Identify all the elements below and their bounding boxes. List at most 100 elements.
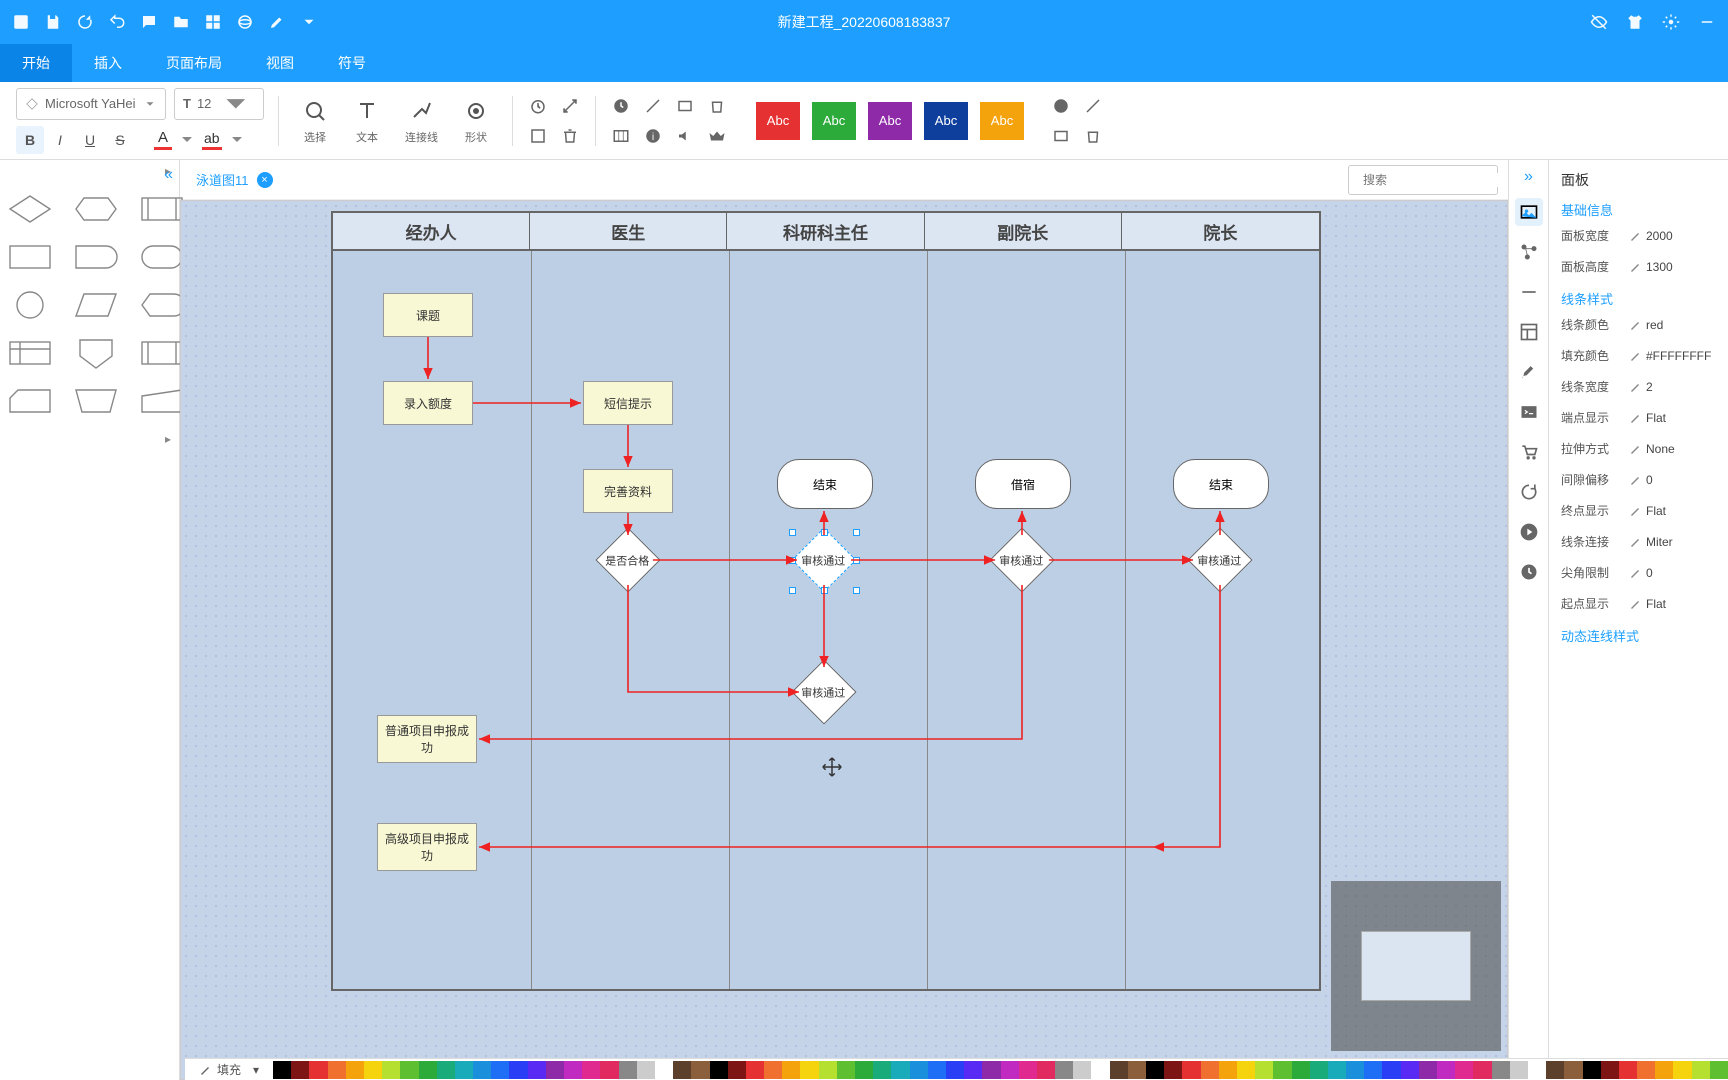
windows-icon[interactable] (204, 13, 222, 31)
palette-color[interactable] (691, 1061, 709, 1079)
palette-color[interactable] (1001, 1061, 1019, 1079)
palette-color[interactable] (1182, 1061, 1200, 1079)
palette-color[interactable] (819, 1061, 837, 1079)
palette-color[interactable] (1710, 1061, 1728, 1079)
palette-color[interactable] (1692, 1061, 1710, 1079)
tool-cart-icon[interactable] (1515, 438, 1543, 466)
palette-color[interactable] (1037, 1061, 1055, 1079)
palette-color[interactable] (382, 1061, 400, 1079)
tool-line-icon[interactable] (1515, 278, 1543, 306)
palette-color[interactable] (1164, 1061, 1182, 1079)
font-select[interactable]: Microsoft YaHei (16, 88, 166, 120)
box-icon[interactable] (527, 125, 549, 147)
expand-icon[interactable] (642, 95, 664, 117)
swatch-red[interactable]: Abc (756, 102, 800, 140)
rect2-icon[interactable] (1050, 125, 1072, 147)
palette-color[interactable] (1146, 1061, 1164, 1079)
palette-color[interactable] (437, 1061, 455, 1079)
palette-color[interactable] (346, 1061, 364, 1079)
palette-color[interactable] (1110, 1061, 1128, 1079)
palette-color[interactable] (1528, 1061, 1546, 1079)
delete-icon[interactable] (706, 95, 728, 117)
doc-tab[interactable]: 泳道图11× (190, 166, 279, 193)
tab-view[interactable]: 视图 (244, 44, 316, 82)
palette-color[interactable] (564, 1061, 582, 1079)
prop-join[interactable]: Miter (1629, 535, 1673, 549)
palette-color[interactable] (1091, 1061, 1109, 1079)
palette-color[interactable] (600, 1061, 618, 1079)
palette-color[interactable] (710, 1061, 728, 1079)
shape-offpage[interactable] (70, 334, 122, 372)
sound-icon[interactable] (674, 125, 696, 147)
ie-icon[interactable] (236, 13, 254, 31)
palette-color[interactable] (1510, 1061, 1528, 1079)
search-input[interactable] (1363, 173, 1518, 187)
palette-color[interactable] (746, 1061, 764, 1079)
film-icon[interactable] (610, 125, 632, 147)
clock2-icon[interactable] (1050, 95, 1072, 117)
category-down[interactable]: ▸ (0, 428, 179, 450)
font-size-select[interactable]: T12 (174, 88, 264, 120)
palette-color[interactable] (1292, 1061, 1310, 1079)
palette-color[interactable] (1019, 1061, 1037, 1079)
prop-linecolor[interactable]: red (1629, 318, 1663, 332)
prop-width[interactable]: 2000 (1629, 229, 1673, 243)
lane-header[interactable]: 副院长 (925, 213, 1122, 249)
shape-manual[interactable] (70, 382, 122, 420)
palette-color[interactable] (655, 1061, 673, 1079)
shirt-icon[interactable] (1626, 13, 1644, 31)
info-icon[interactable]: i (642, 125, 664, 147)
palette-color[interactable] (982, 1061, 1000, 1079)
node-terminator[interactable]: 借宿 (975, 459, 1071, 509)
palette-color[interactable] (1382, 1061, 1400, 1079)
minimize-icon[interactable] (1698, 13, 1716, 31)
resize-icon[interactable] (559, 95, 581, 117)
palette-color[interactable] (637, 1061, 655, 1079)
palette-color[interactable] (328, 1061, 346, 1079)
palette-color[interactable] (309, 1061, 327, 1079)
tool-nodes-icon[interactable] (1515, 238, 1543, 266)
palette-color[interactable] (619, 1061, 637, 1079)
palette-color[interactable] (1492, 1061, 1510, 1079)
save-icon[interactable] (44, 13, 62, 31)
color-palette[interactable] (273, 1061, 1728, 1079)
node-decision-selected[interactable]: 审核通过 (791, 527, 856, 592)
node-decision[interactable]: 审核通过 (791, 659, 856, 724)
dropdown-icon[interactable] (300, 13, 318, 31)
palette-color[interactable] (1601, 1061, 1619, 1079)
palette-color[interactable] (946, 1061, 964, 1079)
palette-color[interactable] (400, 1061, 418, 1079)
shape-rect[interactable] (4, 238, 56, 276)
palette-color[interactable] (1655, 1061, 1673, 1079)
palette-color[interactable] (1346, 1061, 1364, 1079)
prop-height[interactable]: 1300 (1629, 260, 1673, 274)
tool-image-icon[interactable] (1515, 198, 1543, 226)
shape-diamond[interactable] (4, 190, 56, 228)
prop-startcap[interactable]: Flat (1629, 597, 1666, 611)
palette-color[interactable] (1473, 1061, 1491, 1079)
tab-layout[interactable]: 页面布局 (144, 44, 244, 82)
lane-header[interactable]: 科研科主任 (727, 213, 924, 249)
node-process[interactable]: 高级项目申报成功 (377, 823, 477, 871)
palette-color[interactable] (1364, 1061, 1382, 1079)
palette-color[interactable] (800, 1061, 818, 1079)
tool-play-icon[interactable] (1515, 518, 1543, 546)
palette-color[interactable] (419, 1061, 437, 1079)
tool-connect[interactable]: 连接线 (397, 97, 446, 145)
edit-icon[interactable] (268, 13, 286, 31)
shape-internal[interactable] (4, 334, 56, 372)
trash-icon[interactable] (559, 125, 581, 147)
node-terminator[interactable]: 结束 (1173, 459, 1269, 509)
palette-color[interactable] (291, 1061, 309, 1079)
palette-color[interactable] (1219, 1061, 1237, 1079)
tab-symbol[interactable]: 符号 (316, 44, 388, 82)
palette-color[interactable] (455, 1061, 473, 1079)
palette-color[interactable] (1619, 1061, 1637, 1079)
swimlane-container[interactable]: 经办人 医生 科研科主任 副院长 院长 课题 录入额度 短信提示 完善资料 是否… (331, 211, 1321, 991)
tab-insert[interactable]: 插入 (72, 44, 144, 82)
rect-icon[interactable] (674, 95, 696, 117)
palette-color[interactable] (1437, 1061, 1455, 1079)
palette-color[interactable] (1673, 1061, 1691, 1079)
palette-color[interactable] (582, 1061, 600, 1079)
palette-color[interactable] (1310, 1061, 1328, 1079)
